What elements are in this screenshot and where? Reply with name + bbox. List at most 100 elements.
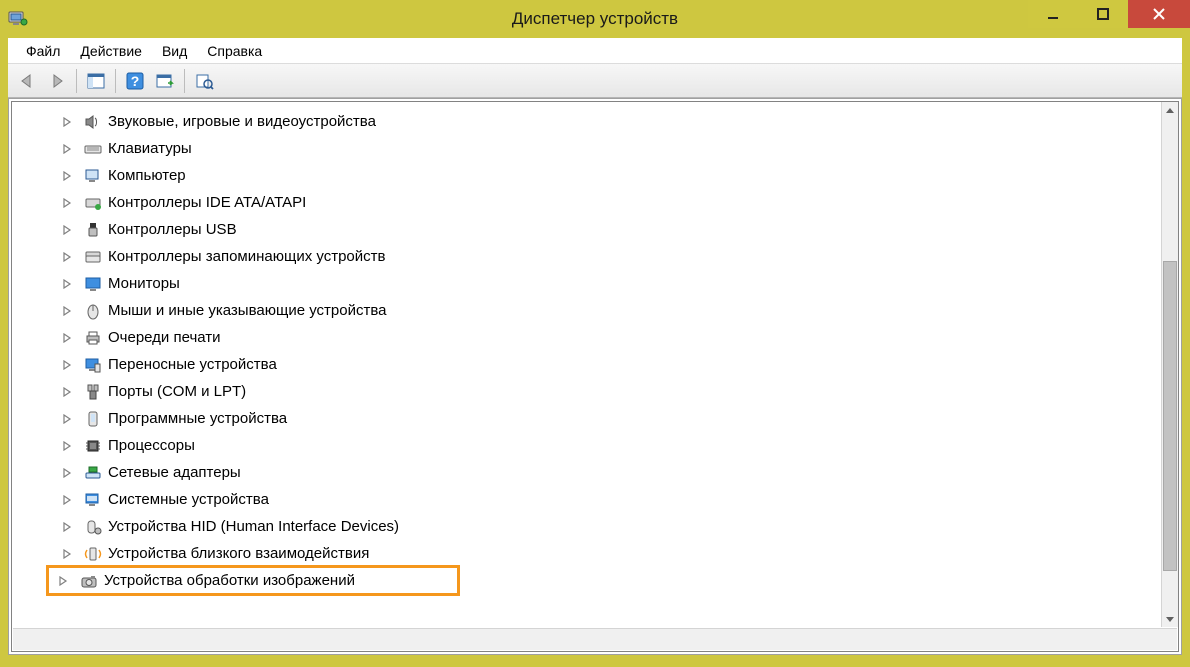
tree-item-keyboard[interactable]: Клавиатуры xyxy=(52,135,1178,162)
tree-item-label: Сетевые адаптеры xyxy=(108,464,241,481)
arrow-left-icon xyxy=(17,71,37,91)
tree-scroll-host[interactable]: Звуковые, игровые и видеоустройства Клави… xyxy=(12,102,1178,627)
tree-item-label: Устройства HID (Human Interface Devices) xyxy=(108,518,399,535)
expander-icon[interactable] xyxy=(60,466,74,480)
sound-icon xyxy=(84,113,102,131)
close-button[interactable] xyxy=(1128,0,1190,28)
tree-item-hid[interactable]: Устройства HID (Human Interface Devices) xyxy=(52,513,1178,540)
tree-item-label: Процессоры xyxy=(108,437,195,454)
tree-item-printer[interactable]: Очереди печати xyxy=(52,324,1178,351)
tree-item-label: Контроллеры USB xyxy=(108,221,237,238)
minimize-button[interactable] xyxy=(1028,0,1078,28)
ide-icon xyxy=(84,194,102,212)
vertical-scrollbar[interactable] xyxy=(1161,102,1178,627)
scroll-up-button[interactable] xyxy=(1162,102,1178,119)
tree-item-portable[interactable]: Переносные устройства xyxy=(52,351,1178,378)
tree-item-label: Контроллеры запоминающих устройств xyxy=(108,248,385,265)
tree-item-ports[interactable]: Порты (COM и LPT) xyxy=(52,378,1178,405)
toolbar-separator xyxy=(184,69,185,93)
tree-item-label: Звуковые, игровые и видеоустройства xyxy=(108,113,376,130)
statusbar xyxy=(13,628,1177,650)
device-tree: Звуковые, игровые и видеоустройства Клави… xyxy=(12,102,1178,600)
expander-icon[interactable] xyxy=(60,142,74,156)
tree-item-label: Очереди печати xyxy=(108,329,221,346)
menu-file[interactable]: Файл xyxy=(16,40,70,62)
menu-help[interactable]: Справка xyxy=(197,40,272,62)
tree-item-label: Клавиатуры xyxy=(108,140,192,157)
tree-item-mouse[interactable]: Мыши и иные указывающие устройства xyxy=(52,297,1178,324)
tree-item-label: Устройства близкого взаимодействия xyxy=(108,545,369,562)
tree-item-label: Мыши и иные указывающие устройства xyxy=(108,302,386,319)
tree-item-cpu[interactable]: Процессоры xyxy=(52,432,1178,459)
caption-buttons xyxy=(1028,0,1190,28)
tree-item-software[interactable]: Программные устройства xyxy=(52,405,1178,432)
tree-pane: Звуковые, игровые и видеоустройства Клави… xyxy=(11,101,1179,652)
scan-icon xyxy=(155,71,175,91)
toolbar: ? xyxy=(8,64,1182,98)
menu-action[interactable]: Действие xyxy=(70,40,152,62)
properties-button[interactable] xyxy=(190,67,218,95)
storage-icon xyxy=(84,248,102,266)
printer-icon xyxy=(84,329,102,347)
tree-item-label: Контроллеры IDE ATA/ATAPI xyxy=(108,194,306,211)
expander-icon[interactable] xyxy=(60,358,74,372)
proximity-icon xyxy=(84,545,102,563)
expander-icon[interactable] xyxy=(60,520,74,534)
tree-item-imaging[interactable]: Устройства обработки изображений xyxy=(48,567,458,594)
software-icon xyxy=(84,410,102,428)
tree-item-system[interactable]: Системные устройства xyxy=(52,486,1178,513)
expander-icon[interactable] xyxy=(60,169,74,183)
hid-icon xyxy=(84,518,102,536)
expander-icon[interactable] xyxy=(60,115,74,129)
expander-icon[interactable] xyxy=(60,277,74,291)
tree-item-label: Мониторы xyxy=(108,275,180,292)
titlebar[interactable]: Диспетчер устройств xyxy=(0,0,1190,38)
expander-icon[interactable] xyxy=(56,574,70,588)
computer-icon xyxy=(84,167,102,185)
keyboard-icon xyxy=(84,140,102,158)
expander-icon[interactable] xyxy=(60,412,74,426)
tree-item-storage[interactable]: Контроллеры запоминающих устройств xyxy=(52,243,1178,270)
tree-pane-icon xyxy=(86,71,106,91)
console-tree-button[interactable] xyxy=(82,67,110,95)
nav-forward-button[interactable] xyxy=(43,67,71,95)
tree-item-label: Устройства обработки изображений xyxy=(104,572,355,589)
expander-icon[interactable] xyxy=(60,223,74,237)
menubar: Файл Действие Вид Справка xyxy=(8,38,1182,64)
expander-icon[interactable] xyxy=(60,250,74,264)
tree-item-proximity[interactable]: Устройства близкого взаимодействия xyxy=(52,540,1178,567)
scroll-down-button[interactable] xyxy=(1162,610,1178,627)
tree-item-label: Компьютер xyxy=(108,167,186,184)
help-button[interactable]: ? xyxy=(121,67,149,95)
window-title: Диспетчер устройств xyxy=(0,9,1190,29)
expander-icon[interactable] xyxy=(60,385,74,399)
ports-icon xyxy=(84,383,102,401)
menu-view[interactable]: Вид xyxy=(152,40,197,62)
expander-icon[interactable] xyxy=(60,439,74,453)
tree-item-monitor[interactable]: Мониторы xyxy=(52,270,1178,297)
expander-icon[interactable] xyxy=(60,304,74,318)
monitor-icon xyxy=(84,275,102,293)
tree-item-sound[interactable]: Звуковые, игровые и видеоустройства xyxy=(52,108,1178,135)
scan-hardware-button[interactable] xyxy=(151,67,179,95)
maximize-button[interactable] xyxy=(1078,0,1128,28)
network-icon xyxy=(84,464,102,482)
tree-item-computer[interactable]: Компьютер xyxy=(52,162,1178,189)
tree-item-label: Переносные устройства xyxy=(108,356,277,373)
tree-item-ide[interactable]: Контроллеры IDE ATA/ATAPI xyxy=(52,189,1178,216)
toolbar-separator xyxy=(76,69,77,93)
tree-item-network[interactable]: Сетевые адаптеры xyxy=(52,459,1178,486)
tree-item-usb[interactable]: Контроллеры USB xyxy=(52,216,1178,243)
arrow-right-icon xyxy=(47,71,67,91)
nav-back-button[interactable] xyxy=(13,67,41,95)
scroll-thumb[interactable] xyxy=(1163,261,1177,570)
expander-icon[interactable] xyxy=(60,493,74,507)
usb-icon xyxy=(84,221,102,239)
expander-icon[interactable] xyxy=(60,196,74,210)
app-icon xyxy=(8,8,28,31)
expander-icon[interactable] xyxy=(60,331,74,345)
scroll-track[interactable] xyxy=(1162,119,1178,610)
expander-icon[interactable] xyxy=(60,547,74,561)
tree-item-label: Порты (COM и LPT) xyxy=(108,383,246,400)
properties-icon xyxy=(194,71,214,91)
